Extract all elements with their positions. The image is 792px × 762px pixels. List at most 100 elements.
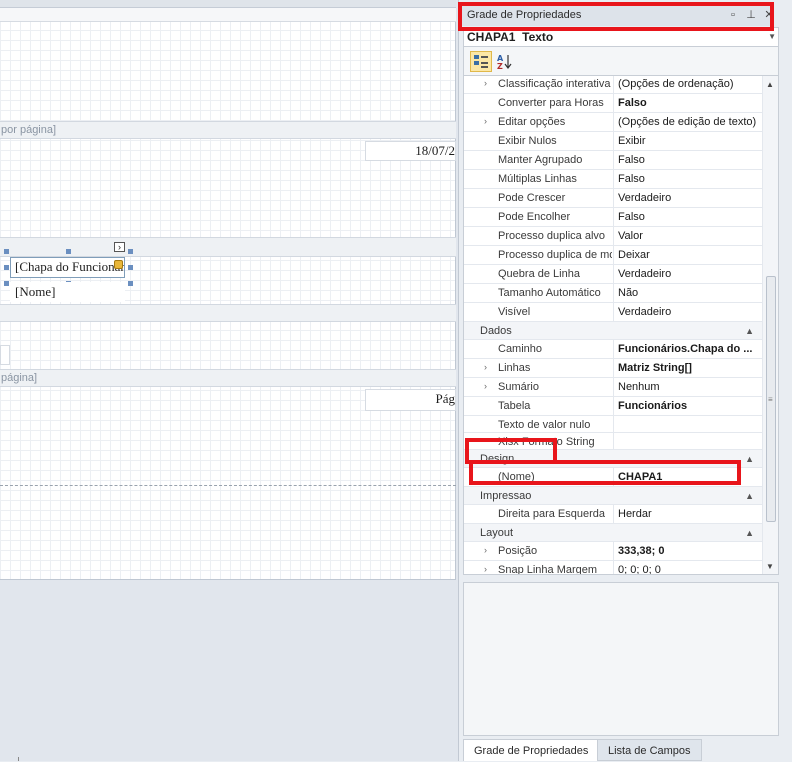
property-row[interactable]: › Classificação interativa (Opções de orde… — [464, 76, 762, 94]
property-value[interactable]: Verdadeiro — [613, 189, 762, 207]
close-icon[interactable]: ✕ — [763, 8, 775, 22]
expand-chevron-icon[interactable]: › — [484, 564, 487, 574]
smart-tag-icon[interactable]: › — [114, 242, 125, 252]
property-row[interactable]: › Posição 333,38; 0 — [464, 542, 762, 561]
chevron-down-icon[interactable]: ▼ — [768, 28, 776, 46]
resize-handle-right[interactable] — [128, 265, 133, 270]
property-row[interactable]: Direita para Esquerda Herdar — [464, 505, 762, 524]
resize-handle-left[interactable] — [4, 265, 9, 270]
footer-field-stub[interactable] — [0, 345, 10, 365]
property-value[interactable]: Nenhum — [613, 378, 762, 396]
property-row[interactable]: Exibir Nulos Exibir — [464, 132, 762, 151]
property-value[interactable] — [613, 416, 762, 434]
property-value[interactable]: Exibir — [613, 132, 762, 150]
nome-label[interactable]: [Nome] — [10, 282, 125, 302]
property-value[interactable]: Deixar — [613, 246, 762, 264]
property-value[interactable]: CHAPA1 — [613, 468, 762, 486]
property-row[interactable]: Pode Crescer Verdadeiro — [464, 189, 762, 208]
pin-icon[interactable]: ⊥ — [745, 8, 757, 22]
property-value[interactable]: Herdar — [613, 505, 762, 523]
property-row[interactable]: › Sumário Nenhum — [464, 378, 762, 397]
property-row[interactable]: › Linhas Matriz String[] — [464, 359, 762, 378]
property-value[interactable]: (Opções de edição de texto) — [613, 113, 762, 131]
group-footer-band[interactable] — [0, 304, 456, 322]
expand-chevron-icon[interactable]: › — [484, 116, 487, 126]
property-row[interactable]: Processo duplica alvo Valor — [464, 227, 762, 246]
resize-handle-bottom-right[interactable] — [128, 281, 133, 286]
resize-handle-bottom-left[interactable] — [4, 281, 9, 286]
property-value[interactable]: Não — [613, 284, 762, 302]
tab-grade-de-propriedades[interactable]: Grade de Propriedades — [463, 739, 600, 761]
property-row[interactable]: Tamanho Automático Não — [464, 284, 762, 303]
alphabetical-view-button[interactable]: A Z — [494, 51, 516, 72]
panel-tabs: Grade de Propriedades Lista de Campos — [463, 739, 779, 761]
scroll-down-icon[interactable]: ▼ — [766, 562, 774, 571]
property-value[interactable]: Falso — [613, 208, 762, 226]
report-canvas[interactable]: por página] 18/07/2 [Chapa do Funcionar … — [0, 0, 456, 580]
resize-handle-top-right[interactable] — [128, 249, 133, 254]
float-window-icon[interactable]: ▫ — [727, 8, 739, 22]
property-value[interactable]: Verdadeiro — [613, 303, 762, 321]
chapa-label-selected[interactable]: [Chapa do Funcionar — [10, 257, 125, 278]
object-selector[interactable]: CHAPA1 Texto ▼ — [463, 27, 779, 47]
property-row[interactable]: › Snap Linha Margem 0; 0; 0; 0 — [464, 561, 762, 574]
property-row[interactable]: Tabela Funcionários — [464, 397, 762, 416]
property-value[interactable]: 0; 0; 0; 0 — [613, 561, 762, 574]
property-value[interactable] — [613, 433, 762, 451]
resize-handle-top-left[interactable] — [4, 249, 9, 254]
horizontal-scroll-marker[interactable] — [18, 757, 19, 761]
collapse-icon[interactable]: ▲ — [745, 450, 754, 468]
date-field-text: 18/07/2 — [415, 143, 455, 158]
report-top-band — [0, 8, 456, 22]
expand-chevron-icon[interactable]: › — [484, 381, 487, 391]
property-value[interactable]: Funcionários.Chapa do ... — [613, 340, 762, 358]
property-name: Processo duplica de mod — [498, 249, 612, 261]
resize-handle-top[interactable] — [66, 249, 71, 254]
detail-band-header[interactable] — [0, 237, 456, 257]
category-design[interactable]: Design ▲ — [464, 450, 762, 468]
property-row[interactable]: Pode Encolher Falso — [464, 208, 762, 227]
scroll-thumb[interactable]: ≡ — [766, 276, 776, 522]
category-layout[interactable]: Layout ▲ — [464, 524, 762, 542]
property-value[interactable]: Verdadeiro — [613, 265, 762, 283]
tab-lista-de-campos[interactable]: Lista de Campos — [597, 739, 702, 761]
svg-text:Z: Z — [497, 62, 503, 71]
property-row[interactable]: Múltiplas Linhas Falso — [464, 170, 762, 189]
scroll-up-icon[interactable]: ▲ — [766, 80, 774, 89]
categorized-view-button[interactable] — [470, 51, 492, 72]
panel-title-bar[interactable]: Grade de Propriedades ▫ ⊥ ✕ — [461, 4, 775, 26]
date-field[interactable]: 18/07/2 — [365, 141, 456, 161]
category-impressao[interactable]: Impressao ▲ — [464, 487, 762, 505]
page-header-band[interactable]: por página] — [0, 121, 456, 139]
expand-chevron-icon[interactable]: › — [484, 78, 487, 88]
collapse-icon[interactable]: ▲ — [745, 487, 754, 505]
property-value[interactable]: Falso — [613, 151, 762, 169]
expand-chevron-icon[interactable]: › — [484, 362, 487, 372]
page-number-field[interactable]: Pág — [365, 389, 456, 411]
property-grid-scrollbar[interactable]: ▲ ≡ ▼ — [762, 76, 778, 574]
property-value[interactable]: Falso — [613, 170, 762, 188]
property-value[interactable]: Valor — [613, 227, 762, 245]
property-row[interactable]: Visível Verdadeiro — [464, 303, 762, 322]
property-name: Manter Agrupado — [498, 154, 583, 166]
data-binding-icon — [114, 260, 123, 269]
property-row[interactable]: Quebra de Linha Verdadeiro — [464, 265, 762, 284]
property-value[interactable]: Falso — [613, 94, 762, 112]
collapse-icon[interactable]: ▲ — [745, 322, 754, 340]
property-row[interactable]: Xlsx Formato String — [464, 433, 762, 451]
property-row[interactable]: Converter para Horas Falso — [464, 94, 762, 113]
collapse-icon[interactable]: ▲ — [745, 524, 754, 542]
property-row[interactable]: Processo duplica de mod Deixar — [464, 246, 762, 265]
property-value[interactable]: 333,38; 0 — [613, 542, 762, 560]
property-row[interactable]: (Nome) CHAPA1 — [464, 468, 762, 487]
property-row[interactable]: Caminho Funcionários.Chapa do ... — [464, 340, 762, 359]
page-footer-band[interactable]: página] — [0, 369, 456, 387]
property-row[interactable]: Texto de valor nulo — [464, 416, 762, 434]
property-value[interactable]: Matriz String[] — [613, 359, 762, 377]
property-row[interactable]: Manter Agrupado Falso — [464, 151, 762, 170]
property-value[interactable]: Funcionários — [613, 397, 762, 415]
category-dados[interactable]: Dados ▲ — [464, 322, 762, 340]
expand-chevron-icon[interactable]: › — [484, 545, 487, 555]
property-value[interactable]: (Opções de ordenação) — [613, 76, 762, 93]
property-row[interactable]: › Editar opções (Opções de edição de texto… — [464, 113, 762, 132]
